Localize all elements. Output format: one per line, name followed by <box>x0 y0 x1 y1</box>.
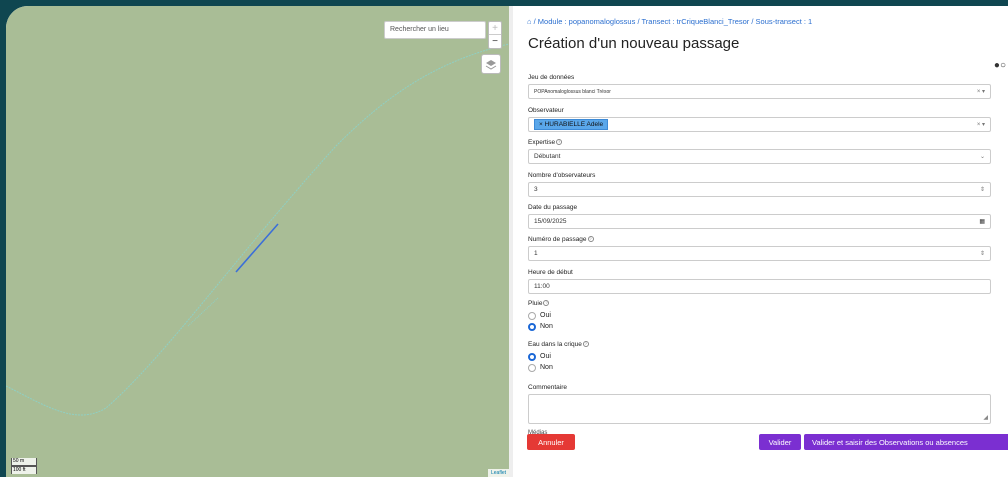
nb-observers-field: Nombre d'observateurs 3 ⇕ <box>528 172 991 197</box>
start-time-input[interactable]: 11:00 <box>528 279 991 294</box>
observer-tag-label: HURABIELLE Adele <box>544 121 604 128</box>
start-time-label: Heure de début <box>528 269 573 276</box>
calendar-icon[interactable]: ▦ <box>979 218 985 225</box>
nb-observers-label: Nombre d'observateurs <box>528 172 596 179</box>
validate-button[interactable]: Valider <box>759 434 801 450</box>
map-terrain <box>6 43 509 416</box>
radio-icon[interactable] <box>528 363 536 372</box>
rain-label: Pluie? <box>528 300 550 307</box>
expertise-field: Expertise? Débutant ⌄ <box>528 139 991 164</box>
help-icon[interactable]: ? <box>582 341 589 347</box>
rain-option-oui[interactable]: Oui <box>528 310 991 321</box>
dataset-select[interactable]: POPAnomaloglossus blanci Trésor × ▾ <box>528 84 991 99</box>
comment-textarea[interactable]: ◢ <box>528 394 991 424</box>
start-time-field: Heure de début 11:00 <box>528 269 991 294</box>
resize-grip-icon[interactable]: ◢ <box>983 414 988 421</box>
expertise-value: Débutant <box>534 153 561 160</box>
pass-number-value: 1 <box>534 250 538 257</box>
layers-icon <box>485 60 497 70</box>
page-title: Création d'un nouveau passage <box>528 35 740 52</box>
nb-observers-input[interactable]: 3 ⇕ <box>528 182 991 197</box>
date-label: Date du passage <box>528 204 578 211</box>
comment-label: Commentaire <box>528 384 568 391</box>
toggle-icon[interactable]: ●○ <box>994 60 1006 71</box>
cancel-button[interactable]: Annuler <box>527 434 575 450</box>
validate-and-observe-button[interactable]: Valider et saisir des Observations ou ab… <box>804 434 1008 450</box>
expertise-label: Expertise? <box>528 139 563 146</box>
dataset-field: Jeu de données POPAnomaloglossus blanci … <box>528 74 991 99</box>
stepper-icon[interactable]: ⇕ <box>980 250 985 257</box>
water-option-oui[interactable]: Oui <box>528 351 991 362</box>
stepper-icon[interactable]: ⇕ <box>980 186 985 193</box>
help-icon[interactable]: ? <box>587 236 594 242</box>
start-time-value: 11:00 <box>534 283 550 290</box>
scale-feet: 100 ft <box>11 466 37 474</box>
zoom-control: + − <box>488 21 502 49</box>
radio-checked-icon[interactable] <box>528 322 536 331</box>
pass-number-field: Numéro de passage? 1 ⇕ <box>528 236 991 261</box>
observer-field: Observateur × HURABIELLE Adele × ▾ <box>528 107 991 132</box>
pass-number-input[interactable]: 1 ⇕ <box>528 246 991 261</box>
map-view[interactable]: Rechercher un lieu + − 50 m 100 ft Leafl… <box>6 6 509 477</box>
date-field: Date du passage 15/09/2025 ▦ <box>528 204 991 229</box>
scale-meters: 50 m <box>11 458 37 466</box>
chevron-down-icon: ⌄ <box>979 154 985 160</box>
app-frame: Rechercher un lieu + − 50 m 100 ft Leafl… <box>6 6 1008 477</box>
water-option-non[interactable]: Non <box>528 362 991 373</box>
water-field: Eau dans la crique? Oui Non <box>528 341 991 373</box>
home-icon[interactable]: ⌂ <box>527 17 532 26</box>
radio-checked-icon[interactable] <box>528 352 536 361</box>
clear-chevron-icon[interactable]: × ▾ <box>977 88 985 95</box>
layers-button[interactable] <box>481 54 501 74</box>
help-icon[interactable]: ? <box>543 300 550 306</box>
rain-option-non[interactable]: Non <box>528 321 991 332</box>
observer-select[interactable]: × HURABIELLE Adele × ▾ <box>528 117 991 132</box>
help-icon[interactable]: ? <box>556 139 563 145</box>
observer-label: Observateur <box>528 107 564 114</box>
rain-field: Pluie? Oui Non <box>528 300 991 332</box>
observer-tag[interactable]: × HURABIELLE Adele <box>534 119 609 130</box>
map-attribution[interactable]: Leaflet <box>487 469 509 477</box>
rain-option-label: Non <box>540 323 553 330</box>
dataset-value: POPAnomaloglossus blanci Trésor <box>534 89 611 95</box>
comment-field: Commentaire ◢ <box>528 384 991 424</box>
search-input[interactable]: Rechercher un lieu <box>384 21 486 39</box>
zoom-out-button[interactable]: − <box>489 35 501 48</box>
date-input[interactable]: 15/09/2025 ▦ <box>528 214 991 229</box>
water-option-label: Oui <box>540 353 551 360</box>
pass-number-label: Numéro de passage? <box>528 236 594 243</box>
dataset-label: Jeu de données <box>528 74 575 81</box>
nb-observers-value: 3 <box>534 186 538 193</box>
breadcrumb[interactable]: ⌂ / Module : popanomaloglossus / Transec… <box>527 17 812 26</box>
form-panel: ⌂ / Module : popanomaloglossus / Transec… <box>509 6 1008 477</box>
breadcrumb-path[interactable]: / Module : popanomaloglossus / Transect … <box>534 17 813 26</box>
date-value: 15/09/2025 <box>534 218 567 225</box>
rain-option-label: Oui <box>540 312 551 319</box>
clear-chevron-icon[interactable]: × ▾ <box>977 121 985 128</box>
water-label: Eau dans la crique? <box>528 341 589 348</box>
expertise-select[interactable]: Débutant ⌄ <box>528 149 991 164</box>
transect-line <box>235 223 279 273</box>
zoom-in-button[interactable]: + <box>489 22 501 35</box>
radio-icon[interactable] <box>528 311 536 320</box>
water-option-label: Non <box>540 364 553 371</box>
tag-remove-icon[interactable]: × <box>539 121 543 128</box>
